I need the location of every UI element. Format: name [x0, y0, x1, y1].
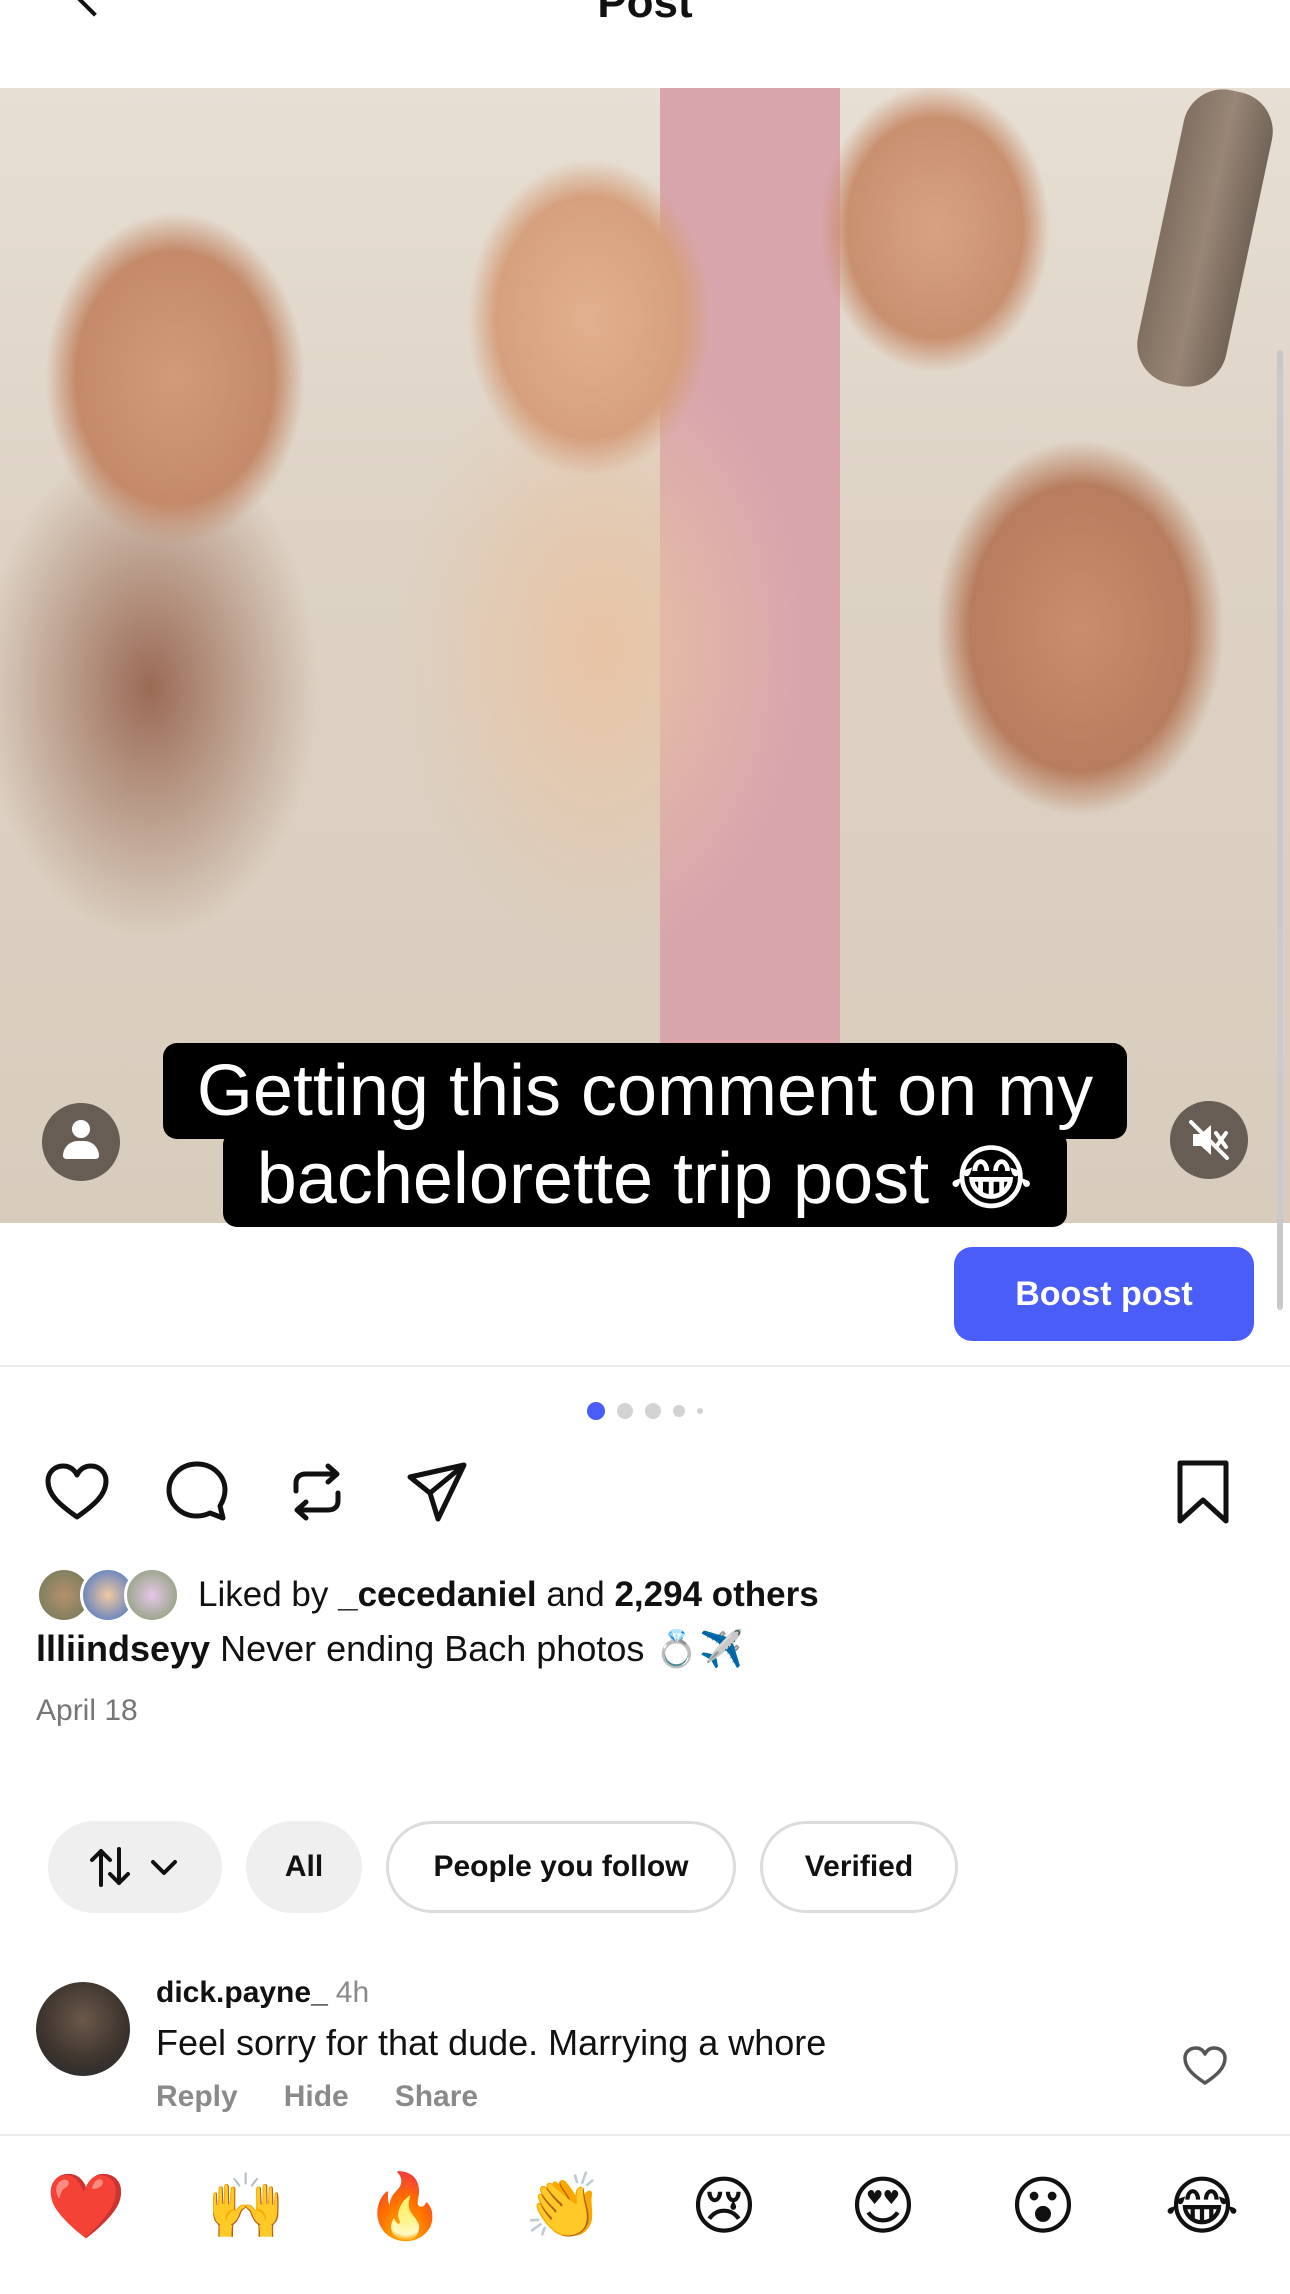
- fire-emoji-button[interactable]: 🔥: [365, 2166, 445, 2246]
- liked-by-label: Liked by: [198, 1575, 329, 1614]
- person-icon: [72, 1120, 90, 1138]
- palm-trunk-decoration: [1129, 88, 1281, 395]
- post-caption: llliindseyy Never ending Bach photos 💍✈️: [36, 1628, 744, 1670]
- sort-arrows-icon: [90, 1847, 130, 1887]
- boost-post-button[interactable]: Boost post: [954, 1247, 1254, 1341]
- carousel-dot: [617, 1403, 633, 1419]
- carousel-dot-active: [587, 1402, 605, 1420]
- tagged-people-button[interactable]: [42, 1103, 120, 1181]
- crying-face-emoji-button[interactable]: 😢: [684, 2166, 764, 2246]
- chevron-down-icon: [151, 1860, 177, 1875]
- comment-item: dick.payne_ 4h Feel sorry for that dude. …: [0, 1976, 1290, 2120]
- red-heart-emoji-button[interactable]: ❤️: [46, 2166, 126, 2246]
- hide-button[interactable]: Hide: [284, 2080, 349, 2114]
- post-date: April 18: [36, 1694, 138, 1727]
- caption-text: Never ending Bach photos 💍✈️: [220, 1628, 745, 1669]
- filter-verified[interactable]: Verified: [760, 1821, 958, 1913]
- carousel-dot: [645, 1403, 661, 1419]
- top-bar: Post: [0, 0, 1290, 89]
- liker-avatars: [36, 1567, 188, 1623]
- surprised-face-emoji-button[interactable]: 😮: [1003, 2166, 1083, 2246]
- comment-text: Feel sorry for that dude. Marrying a who…: [156, 2022, 827, 2063]
- mute-button[interactable]: [1170, 1101, 1248, 1179]
- page-title: Post: [597, 0, 693, 27]
- post-actions: [0, 1455, 1290, 1535]
- save-bookmark-icon[interactable]: [1166, 1455, 1240, 1529]
- filter-all[interactable]: All: [246, 1821, 362, 1913]
- caption-username[interactable]: llliindseyy: [36, 1628, 210, 1669]
- comment-bubble-icon[interactable]: [160, 1455, 234, 1529]
- heart-eyes-emoji-button[interactable]: 😍: [843, 2166, 923, 2246]
- raising-hands-emoji-button[interactable]: 🙌: [206, 2166, 286, 2246]
- speaker-muted-icon: [1189, 1120, 1229, 1160]
- share-button[interactable]: Share: [395, 2080, 478, 2114]
- like-heart-icon[interactable]: [40, 1455, 114, 1529]
- repost-icon[interactable]: [280, 1455, 354, 1529]
- carousel-dot: [673, 1405, 685, 1417]
- media-caption-line-2: bachelorette trip post 😂: [0, 1131, 1290, 1227]
- comment-actions: Reply Hide Share: [156, 2080, 478, 2114]
- reply-button[interactable]: Reply: [156, 2080, 238, 2114]
- tears-of-joy-emoji-button[interactable]: 😂: [1162, 2166, 1242, 2246]
- likes-summary[interactable]: Liked by _cecedaniel and 2,294 others: [36, 1567, 819, 1623]
- media-caption-line-1: Getting this comment on my: [0, 1043, 1290, 1139]
- carousel-dot: [697, 1408, 703, 1414]
- likes-count[interactable]: 2,294 others: [614, 1575, 818, 1615]
- clapping-hands-emoji-button[interactable]: 👏: [524, 2166, 604, 2246]
- quick-reactions-bar: ❤️ 🙌 🔥 👏 😢 😍 😮 😂: [0, 2134, 1290, 2294]
- comment-time: 4h: [335, 1976, 370, 2009]
- avatar: [124, 1567, 180, 1623]
- comment-like-heart-icon[interactable]: [1180, 2040, 1230, 2090]
- carousel-indicator: [0, 1402, 1290, 1420]
- comment-avatar[interactable]: [36, 1982, 130, 2076]
- scrollbar[interactable]: [1277, 350, 1283, 1310]
- divider: [0, 1365, 1290, 1367]
- liker-username[interactable]: _cecedaniel: [338, 1575, 536, 1615]
- comment-username[interactable]: dick.payne_: [156, 1976, 328, 2009]
- share-send-icon[interactable]: [400, 1455, 474, 1529]
- filter-people-you-follow[interactable]: People you follow: [386, 1821, 736, 1913]
- sort-button[interactable]: [48, 1821, 222, 1913]
